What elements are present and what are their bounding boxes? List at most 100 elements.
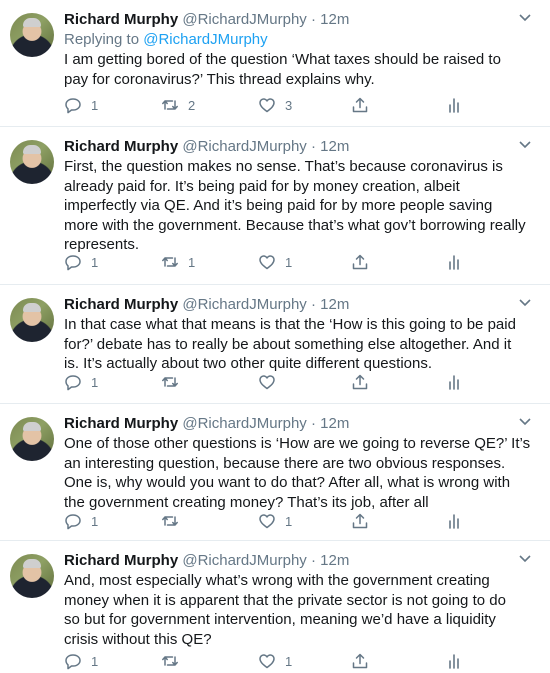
analytics-button[interactable] (445, 651, 463, 671)
reply-button[interactable]: 1 (64, 372, 98, 392)
separator-dot: · (310, 415, 316, 432)
tweet-header: Richard Murphy @RichardJMurphy · 12m (64, 414, 349, 434)
author-handle[interactable]: @RichardJMurphy (182, 296, 306, 313)
analytics-icon (449, 654, 459, 669)
share-button[interactable] (351, 95, 369, 115)
tweet[interactable]: Richard Murphy @RichardJMurphy · 12m Fir… (0, 127, 550, 284)
tweet-text: One of those other questions is ‘How are… (64, 435, 531, 511)
analytics-button[interactable] (445, 95, 463, 115)
tweet-actions: 1 1 (64, 651, 474, 671)
reply-count: 1 (91, 374, 99, 390)
like-icon (259, 375, 275, 390)
analytics-icon (449, 375, 459, 390)
avatar[interactable] (10, 298, 54, 342)
like-count: 1 (285, 513, 293, 529)
author-handle[interactable]: @RichardJMurphy (182, 138, 306, 155)
retweet-icon (162, 257, 178, 267)
avatar[interactable] (10, 417, 54, 461)
share-icon (352, 374, 368, 390)
timestamp[interactable]: 12m (320, 138, 349, 155)
reply-icon (65, 375, 81, 391)
timestamp[interactable]: 12m (320, 552, 349, 569)
chevron-down-icon[interactable] (518, 140, 532, 150)
share-icon (352, 653, 368, 669)
timestamp[interactable]: 12m (320, 415, 349, 432)
reply-button[interactable]: 1 (64, 95, 98, 115)
tweet-actions: 1 2 3 (64, 95, 474, 115)
timestamp[interactable]: 12m (320, 296, 349, 313)
avatar[interactable] (10, 554, 54, 598)
like-button[interactable] (258, 372, 285, 392)
share-button[interactable] (351, 372, 369, 392)
reply-count: 1 (91, 653, 99, 669)
share-icon (352, 513, 368, 529)
chevron-down-icon[interactable] (518, 554, 532, 564)
reply-icon (65, 654, 81, 670)
retweet-icon (162, 100, 178, 110)
like-button[interactable]: 1 (258, 511, 292, 531)
analytics-button[interactable] (445, 252, 463, 272)
reply-button[interactable]: 1 (64, 252, 98, 272)
like-button[interactable]: 1 (258, 252, 292, 272)
reply-icon (65, 255, 81, 271)
retweet-button[interactable] (161, 651, 188, 671)
share-button[interactable] (351, 511, 369, 531)
replying-to-link[interactable]: @RichardJMurphy (143, 31, 267, 48)
tweet[interactable]: Richard Murphy @RichardJMurphy · 12m In … (0, 285, 550, 403)
separator-dot: · (310, 552, 316, 569)
retweet-icon (162, 516, 178, 526)
reply-count: 1 (91, 254, 99, 270)
like-icon (259, 654, 275, 669)
tweet-header: Richard Murphy @RichardJMurphy · 12m (64, 295, 349, 315)
author-name[interactable]: Richard Murphy (64, 138, 178, 155)
analytics-icon (449, 255, 459, 270)
reply-button[interactable]: 1 (64, 511, 98, 531)
author-handle[interactable]: @RichardJMurphy (182, 11, 306, 28)
like-icon (259, 255, 275, 270)
reply-count: 1 (91, 97, 99, 113)
retweet-button[interactable]: 2 (161, 95, 195, 115)
author-handle[interactable]: @RichardJMurphy (182, 552, 306, 569)
like-button[interactable]: 3 (258, 95, 292, 115)
tweet[interactable]: Richard Murphy @RichardJMurphy · 12m Rep… (0, 0, 550, 126)
analytics-icon (449, 98, 459, 113)
avatar[interactable] (10, 140, 54, 184)
avatar[interactable] (10, 13, 54, 57)
share-button[interactable] (351, 651, 369, 671)
reply-button[interactable]: 1 (64, 651, 98, 671)
tweet-text: First, the question makes no sense. That… (64, 158, 526, 253)
like-icon (259, 514, 275, 529)
replying-to: Replying to @RichardJMurphy (64, 30, 268, 50)
share-icon (352, 97, 368, 113)
tweet-actions: 1 1 1 (64, 252, 474, 272)
chevron-down-icon[interactable] (518, 13, 532, 23)
chevron-down-icon[interactable] (518, 417, 532, 427)
author-name[interactable]: Richard Murphy (64, 296, 178, 313)
tweet-actions: 1 1 (64, 511, 474, 531)
retweet-button[interactable]: 1 (161, 252, 195, 272)
retweet-button[interactable] (161, 372, 188, 392)
share-button[interactable] (351, 252, 369, 272)
separator-dot: · (310, 138, 316, 155)
timestamp[interactable]: 12m (320, 11, 349, 28)
replying-prefix: Replying to (64, 31, 144, 48)
tweet-text: I am getting bored of the question ‘What… (64, 51, 501, 88)
like-count: 1 (285, 653, 293, 669)
retweet-button[interactable] (161, 511, 188, 531)
share-icon (352, 254, 368, 270)
author-name[interactable]: Richard Murphy (64, 415, 178, 432)
like-count: 3 (285, 97, 293, 113)
tweet-actions: 1 (64, 372, 474, 392)
analytics-button[interactable] (445, 511, 463, 531)
tweet-header: Richard Murphy @RichardJMurphy · 12m (64, 10, 349, 30)
analytics-button[interactable] (445, 372, 463, 392)
tweet[interactable]: Richard Murphy @RichardJMurphy · 12m One… (0, 404, 550, 540)
retweet-icon (162, 377, 178, 387)
author-handle[interactable]: @RichardJMurphy (182, 415, 306, 432)
tweet[interactable]: Richard Murphy @RichardJMurphy · 12m And… (0, 541, 550, 673)
author-name[interactable]: Richard Murphy (64, 11, 178, 28)
chevron-down-icon[interactable] (518, 298, 532, 308)
retweet-count: 1 (188, 254, 196, 270)
author-name[interactable]: Richard Murphy (64, 552, 178, 569)
like-button[interactable]: 1 (258, 651, 292, 671)
